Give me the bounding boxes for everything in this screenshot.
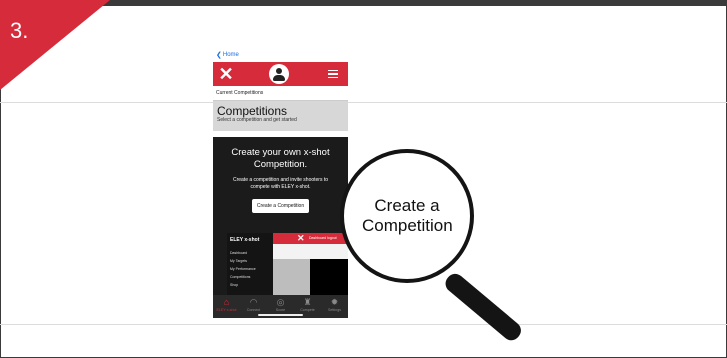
step-number: 3. <box>10 18 29 43</box>
preview-nav-item: My Performance <box>230 267 256 271</box>
target-icon: ◎ <box>276 297 285 307</box>
back-link-label: Home <box>222 51 239 58</box>
panel-heading: Create your own x-shot Competition. <box>231 147 330 170</box>
competitions-header: Competitions Select a competition and ge… <box>213 101 348 131</box>
create-competition-button[interactable]: Create a Competition <box>251 199 310 213</box>
magnifier-callout: Create a Competition <box>362 196 453 235</box>
tab-label: ELEY x-shot <box>216 308 237 312</box>
preview-topbar: ✕ Dashboard logout <box>273 233 348 244</box>
gear-icon: ✹ <box>330 297 339 307</box>
tab-label: Connect <box>246 308 261 312</box>
home-indicator <box>258 314 303 316</box>
home-icon: ⌂ <box>223 297 230 307</box>
tab-connect[interactable]: ◠ Connect <box>241 297 267 313</box>
tab-compete[interactable]: ♜ Compete <box>295 297 321 313</box>
avatar-icon[interactable] <box>269 64 289 84</box>
preview-nav-item: My Targets <box>230 259 248 263</box>
top-border <box>0 0 727 6</box>
preview-brand: ELEY x-shot <box>230 237 260 243</box>
website-preview: ELEY x-shot Dashboard My Targets My Perf… <box>227 233 348 301</box>
guide-line <box>0 324 727 325</box>
panel-text: Create a competition and invite shooters… <box>232 177 329 190</box>
chevron-left-icon: ❮ <box>216 51 222 59</box>
wifi-icon: ◠ <box>249 297 258 307</box>
guide-line <box>0 102 727 103</box>
tab-settings[interactable]: ✹ Settings <box>322 297 348 313</box>
phone-screenshot: ❮ Home ✕ Current Competitions Competitio… <box>213 47 348 318</box>
create-panel: Create your own x-shot Competition. Crea… <box>213 137 348 301</box>
preview-content <box>273 244 348 259</box>
preview-sidebar: ELEY x-shot Dashboard My Targets My Perf… <box>227 233 273 301</box>
page-title: Competitions <box>217 104 288 118</box>
tab-eley-x-shot[interactable]: ⌂ ELEY x-shot <box>214 297 240 313</box>
preview-logo-icon: ✕ <box>297 233 305 243</box>
preview-top-links: Dashboard logout <box>309 236 337 240</box>
breadcrumb: Current Competitions <box>213 86 348 101</box>
preview-nav-item: Shop <box>230 283 239 287</box>
preview-nav-item: Dashboard <box>230 251 248 255</box>
eley-logo-icon: ✕ <box>218 64 234 84</box>
tab-label: Settings <box>328 308 341 312</box>
back-link[interactable]: ❮ Home <box>213 47 348 62</box>
tab-bar: ⌂ ELEY x-shot ◠ Connect ◎ Score ♜ Compet… <box>213 295 348 318</box>
tab-label: Score <box>275 308 286 312</box>
preview-nav-item: Competitions <box>230 275 251 279</box>
page-subtitle: Select a competition and get started <box>217 117 297 123</box>
menu-icon[interactable] <box>328 70 338 78</box>
tab-score[interactable]: ◎ Score <box>268 297 294 313</box>
tab-label: Compete <box>300 308 315 312</box>
app-header: ✕ <box>213 62 348 86</box>
trophy-icon: ♜ <box>303 297 312 307</box>
magnifier-lens: Create a Competition <box>340 149 474 283</box>
